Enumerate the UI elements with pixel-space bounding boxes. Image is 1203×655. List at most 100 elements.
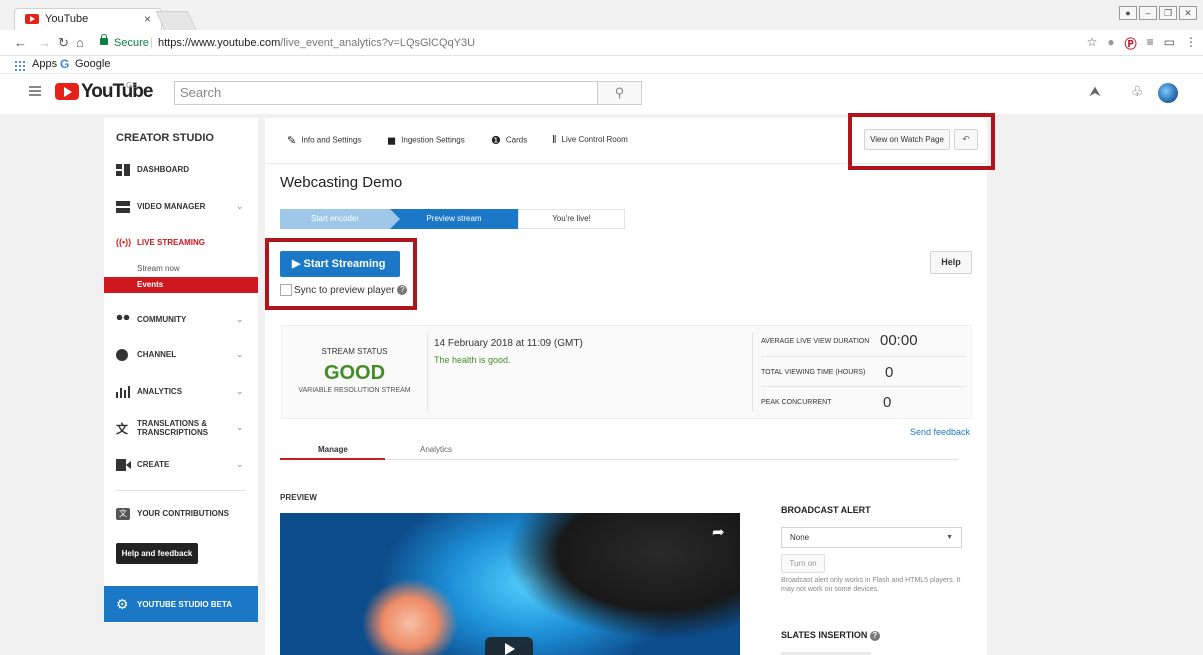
step-youre-live: You're live! bbox=[518, 209, 625, 229]
sidebar-item-label: COMMUNITY bbox=[137, 315, 187, 324]
creator-studio-sidebar: CREATOR STUDIO DASHBOARD VIDEO MANAGER ⌄… bbox=[104, 118, 258, 623]
extension-icons: ☆ ● Ⓟ ≡ ▭ ⋮ bbox=[1087, 35, 1197, 52]
dashboard-icon bbox=[116, 164, 130, 176]
notifications-bell-icon[interactable]: ♧ bbox=[1131, 83, 1144, 100]
stream-status-summary: STREAM STATUS GOOD VARIABLE RESOLUTION S… bbox=[282, 326, 427, 418]
sidebar-item-dashboard[interactable]: DASHBOARD bbox=[104, 162, 258, 182]
step-start-encoder: Start encoder bbox=[280, 209, 390, 229]
help-button[interactable]: Help bbox=[930, 251, 972, 274]
metric-label: TOTAL VIEWING TIME (HOURS) bbox=[761, 369, 866, 376]
tab-close-icon[interactable]: × bbox=[144, 12, 151, 26]
sidebar-item-label: VIDEO MANAGER bbox=[137, 202, 206, 211]
minimize-icon[interactable]: – bbox=[1139, 6, 1157, 20]
sidebar-item-community[interactable]: COMMUNITY ⌄ bbox=[104, 312, 258, 332]
metric-total-viewing-time: TOTAL VIEWING TIME (HOURS) 0 bbox=[761, 357, 966, 387]
extension-stack-icon[interactable]: ≡ bbox=[1147, 35, 1154, 52]
sidebar-item-analytics[interactable]: ANALYTICS ⌄ bbox=[104, 384, 258, 404]
sidebar-item-channel[interactable]: CHANNEL ⌄ bbox=[104, 347, 258, 367]
tab-info-and-settings[interactable]: ✎ Info and Settings bbox=[287, 134, 361, 147]
metric-value: 0 bbox=[883, 394, 892, 411]
browser-toolbar: ← → ↻ ⌂ Secure | https://www.youtube.com… bbox=[0, 30, 1203, 56]
tab-ingestion-settings[interactable]: ◼ Ingestion Settings bbox=[387, 134, 465, 147]
studio-beta-label: YOUTUBE STUDIO BETA bbox=[137, 600, 232, 609]
browser-tab[interactable]: YouTube × bbox=[14, 8, 162, 30]
cast-icon[interactable]: ▭ bbox=[1164, 35, 1175, 52]
sidebar-item-video-manager[interactable]: VIDEO MANAGER ⌄ bbox=[104, 199, 258, 219]
address-bar[interactable]: Secure | https://www.youtube.com/live_ev… bbox=[92, 34, 1072, 52]
apps-grid-icon[interactable] bbox=[14, 60, 26, 71]
extension-icon[interactable]: ● bbox=[1107, 35, 1114, 52]
hamburger-menu-icon[interactable] bbox=[29, 86, 41, 96]
metric-avg-view-duration: AVERAGE LIVE VIEW DURATION 00:00 bbox=[761, 327, 966, 357]
back-icon[interactable]: ← bbox=[14, 36, 27, 50]
restore-icon[interactable]: ❐ bbox=[1159, 6, 1177, 20]
info-icon: ❶ bbox=[491, 135, 501, 147]
chevron-down-icon[interactable]: ⌄ bbox=[236, 459, 244, 470]
sidebar-item-contributions[interactable]: 文 YOUR CONTRIBUTIONS bbox=[104, 506, 258, 526]
sidebar-item-label: DASHBOARD bbox=[137, 165, 189, 174]
secure-label: Secure bbox=[114, 37, 149, 49]
tab-cards[interactable]: ❶ Cards bbox=[491, 134, 527, 147]
close-window-icon[interactable]: ✕ bbox=[1179, 6, 1197, 20]
google-g-icon[interactable]: G bbox=[60, 57, 69, 71]
home-icon[interactable]: ⌂ bbox=[76, 36, 84, 50]
broadcast-alert-note: Broadcast alert only works in Flash and … bbox=[781, 577, 961, 593]
tab-live-control-room[interactable]: ‖ Live Control Room bbox=[552, 134, 628, 146]
dropdown-arrow-icon: ▼ bbox=[946, 534, 953, 541]
contributions-icon: 文 bbox=[116, 508, 130, 520]
sidebar-item-create[interactable]: CREATE ⌄ bbox=[104, 457, 258, 477]
translate-icon: 文 bbox=[116, 422, 129, 436]
broadcast-alert-select[interactable]: None ▼ bbox=[781, 527, 962, 548]
star-icon[interactable]: ☆ bbox=[1087, 35, 1098, 52]
stream-status-subtext: VARIABLE RESOLUTION STREAM bbox=[298, 387, 411, 394]
help-and-feedback-button[interactable]: Help and feedback bbox=[116, 543, 198, 564]
video-share-icon[interactable]: ➦ bbox=[712, 523, 725, 541]
forward-icon[interactable]: → bbox=[38, 36, 51, 50]
help-question-icon[interactable]: ? bbox=[869, 630, 880, 641]
play-button[interactable] bbox=[485, 637, 533, 655]
bookmark-apps[interactable]: Apps bbox=[32, 58, 57, 70]
preview-video-player[interactable]: ➦ bbox=[280, 513, 740, 655]
bookmark-google[interactable]: Google bbox=[75, 58, 110, 70]
avatar[interactable] bbox=[1158, 83, 1178, 103]
chevron-down-icon[interactable]: ⌄ bbox=[236, 386, 244, 397]
sidebar-subitem-events[interactable]: Events bbox=[104, 277, 258, 293]
broadcast-alert-heading: BROADCAST ALERT bbox=[781, 505, 871, 515]
youtube-logo-icon[interactable] bbox=[55, 83, 79, 100]
highlight-box-start-streaming bbox=[265, 238, 417, 310]
sidebar-item-label: YOUR CONTRIBUTIONS bbox=[137, 509, 229, 518]
sidebar-divider bbox=[116, 490, 246, 491]
sidebar-title: CREATOR STUDIO bbox=[116, 132, 214, 144]
chevron-down-icon[interactable]: ⌄ bbox=[236, 201, 244, 212]
upload-icon[interactable]: ⮝ bbox=[1089, 83, 1101, 100]
preview-heading: PREVIEW bbox=[280, 493, 317, 502]
send-feedback-link[interactable]: Send feedback bbox=[910, 427, 970, 437]
turn-on-button[interactable]: Turn on bbox=[781, 554, 825, 573]
address-separator: | bbox=[150, 37, 153, 49]
search-button[interactable]: ⚲ bbox=[597, 81, 642, 105]
chevron-down-icon[interactable]: ⌄ bbox=[236, 422, 244, 433]
sidebar-item-live-streaming[interactable]: ((•)) LIVE STREAMING bbox=[104, 235, 258, 255]
step-preview-stream: Preview stream bbox=[390, 209, 528, 229]
page-scrollbar[interactable] bbox=[1191, 114, 1203, 655]
pinterest-icon[interactable]: Ⓟ bbox=[1125, 35, 1137, 52]
reload-icon[interactable]: ↻ bbox=[58, 36, 69, 50]
stream-date: 14 February 2018 at 11:09 (GMT) bbox=[434, 338, 583, 349]
menu-icon[interactable]: ⋮ bbox=[1185, 35, 1197, 52]
live-streaming-icon: ((•)) bbox=[116, 237, 132, 247]
url-text[interactable]: https://www.youtube.com/live_event_analy… bbox=[158, 34, 475, 52]
create-icon bbox=[116, 459, 131, 471]
tab-analytics[interactable]: Analytics bbox=[420, 445, 452, 454]
search-input[interactable]: Search bbox=[174, 81, 598, 105]
profile-icon[interactable]: ● bbox=[1119, 6, 1137, 20]
chevron-down-icon[interactable]: ⌄ bbox=[236, 349, 244, 360]
chevron-down-icon[interactable]: ⌄ bbox=[236, 314, 244, 325]
sidebar-item-label: ANALYTICS bbox=[137, 387, 183, 396]
youtube-studio-beta-button[interactable]: ⚙ YOUTUBE STUDIO BETA bbox=[104, 586, 258, 622]
tab-manage[interactable]: Manage bbox=[318, 445, 348, 454]
youtube-masthead: YouTube GB Search ⚲ ⮝ ♧ bbox=[0, 74, 1203, 114]
sidebar-subitem-stream-now[interactable]: Stream now bbox=[104, 261, 258, 277]
youtube-wordmark[interactable]: YouTube bbox=[81, 81, 153, 103]
sidebar-item-translations[interactable]: 文 TRANSLATIONS & TRANSCRIPTIONS ⌄ bbox=[104, 418, 258, 442]
sidebar-item-label: LIVE STREAMING bbox=[137, 238, 206, 247]
